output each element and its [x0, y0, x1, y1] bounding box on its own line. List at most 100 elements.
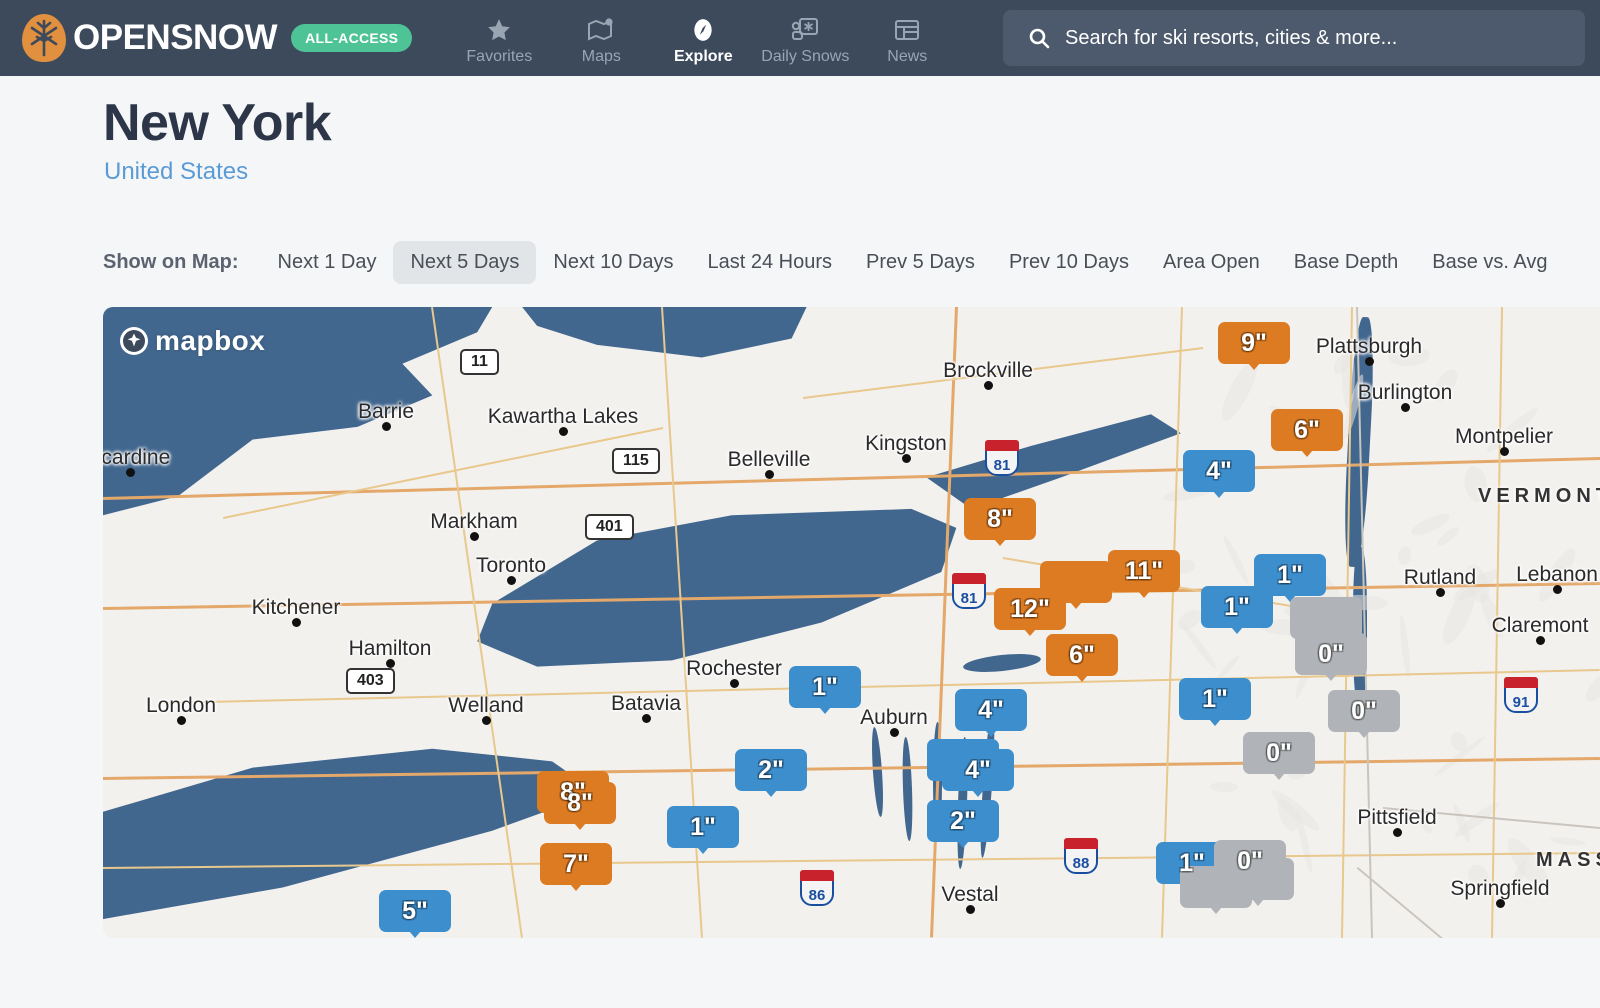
snow-total-marker[interactable]: 12" [994, 588, 1066, 630]
city-label: Pittsfield [1357, 806, 1436, 830]
tab-next-10-days[interactable]: Next 10 Days [536, 241, 690, 284]
snow-total-marker[interactable]: 4" [955, 689, 1027, 731]
snow-total-value: 0" [1237, 847, 1263, 876]
snow-total-marker[interactable]: 6" [1046, 634, 1118, 676]
city-dot [1553, 585, 1562, 594]
search-icon [1027, 26, 1051, 50]
city-label: Batavia [611, 692, 681, 716]
tab-next-5-days[interactable]: Next 5 Days [393, 241, 536, 284]
terrain-shade [1435, 525, 1461, 548]
snow-total-value: 2" [950, 807, 976, 836]
water-finger-lake [901, 737, 914, 841]
nav-label: Daily Snows [761, 48, 849, 66]
tab-base-depth[interactable]: Base Depth [1277, 241, 1416, 284]
city-label: Vestal [941, 883, 998, 907]
brand-logo[interactable]: OPENSNOW ALL-ACCESS [22, 14, 412, 62]
nav-label: Maps [582, 48, 621, 66]
snow-total-marker[interactable]: 1" [789, 666, 861, 708]
snow-total-value: 1" [1202, 685, 1228, 714]
snow-total-value: 8" [567, 789, 593, 818]
snow-total-marker[interactable]: 9" [1218, 322, 1290, 364]
snow-total-marker[interactable]: 5" [379, 890, 451, 932]
snow-total-marker[interactable]: 8" [964, 498, 1036, 540]
city-label: Hamilton [349, 637, 432, 661]
snow-total-marker[interactable]: 7" [540, 843, 612, 885]
primary-nav: Favorites Maps Explore [448, 10, 958, 66]
nav-item-daily-snows[interactable]: Daily Snows [754, 10, 856, 66]
global-search[interactable] [1003, 10, 1585, 66]
snow-total-marker[interactable]: 2" [927, 800, 999, 842]
snow-total-marker[interactable]: 8" [544, 782, 616, 824]
snow-total-marker[interactable]: 0" [1243, 732, 1315, 774]
highway-shield-us: 88 [1064, 838, 1098, 874]
snow-total-value: 8" [987, 505, 1013, 534]
snow-total-marker[interactable]: 1" [1201, 586, 1273, 628]
city-dot [1536, 636, 1545, 645]
nav-label: News [887, 48, 927, 66]
shield-number: 88 [1064, 855, 1098, 872]
snow-total-value: 4" [965, 756, 991, 785]
city-dot [126, 468, 135, 477]
snow-total-value: 4" [978, 696, 1004, 725]
mapbox-attribution[interactable]: mapbox [119, 325, 265, 357]
snow-total-value: 1" [812, 673, 838, 702]
page-subtitle-country[interactable]: United States [104, 158, 248, 186]
city-label: Rutland [1404, 566, 1476, 590]
tab-area-open[interactable]: Area Open [1146, 241, 1277, 284]
city-label: Lebanon [1516, 563, 1598, 587]
city-label: Markham [430, 510, 518, 534]
news-icon [894, 16, 920, 44]
search-input[interactable] [1065, 27, 1565, 50]
snow-total-value: 0" [1351, 697, 1377, 726]
snow-total-marker[interactable]: 2" [735, 749, 807, 791]
city-label: Kitchener [252, 596, 341, 620]
city-label: Brockville [943, 359, 1033, 383]
city-label: Welland [448, 694, 524, 718]
shield-number: 81 [985, 457, 1019, 474]
snow-total-marker[interactable]: 1" [1179, 678, 1251, 720]
snow-total-marker[interactable]: 4" [942, 749, 1014, 791]
snow-total-marker[interactable]: 11" [1108, 550, 1180, 592]
show-on-map-label: Show on Map: [103, 251, 239, 274]
nav-item-favorites[interactable]: Favorites [448, 10, 550, 66]
all-access-badge: ALL-ACCESS [291, 24, 412, 52]
snow-total-marker[interactable]: 0" [1328, 690, 1400, 732]
tab-next-1-day[interactable]: Next 1 Day [261, 241, 394, 284]
water-oneida-lake [962, 651, 1041, 675]
city-dot [386, 659, 395, 668]
snow-total-value: 0" [1266, 739, 1292, 768]
city-label: Barrie [358, 400, 414, 424]
snow-total-value: 5" [402, 897, 428, 926]
snow-total-marker[interactable]: 6" [1271, 409, 1343, 451]
terrain-shade [1396, 545, 1412, 566]
snow-total-marker[interactable]: 0" [1295, 633, 1367, 675]
shield-number: 86 [800, 887, 834, 904]
city-dot [559, 427, 568, 436]
city-dot [1401, 403, 1410, 412]
snow-total-marker[interactable]: 1" [667, 806, 739, 848]
city-dot [765, 470, 774, 479]
snow-forecast-map[interactable]: mapbox BarrieKawartha LakesBellevilleKin… [103, 307, 1600, 938]
city-dot [1365, 357, 1374, 366]
mapbox-logo-icon [119, 326, 149, 356]
nav-item-news[interactable]: News [856, 10, 958, 66]
city-label: Belleville [728, 448, 811, 472]
highway-shield-us: 81 [952, 573, 986, 609]
city-dot [984, 381, 993, 390]
tab-prev-5-days[interactable]: Prev 5 Days [849, 241, 992, 284]
city-dot [730, 679, 739, 688]
snow-total-value: 4" [1206, 457, 1232, 486]
snow-total-value: 7" [563, 850, 589, 879]
tab-base-vs-avg[interactable]: Base vs. Avg [1415, 241, 1564, 284]
tab-prev-10-days[interactable]: Prev 10 Days [992, 241, 1146, 284]
snow-total-value: 1" [1224, 593, 1250, 622]
city-dot [177, 716, 186, 725]
nav-item-maps[interactable]: Maps [550, 10, 652, 66]
water-finger-lake [870, 727, 885, 817]
snow-total-value: 9" [1241, 329, 1267, 358]
snow-total-marker[interactable]: 4" [1183, 450, 1255, 492]
nav-item-explore[interactable]: Explore [652, 10, 754, 66]
highway-shield-ca: 403 [346, 668, 395, 694]
snow-total-value: 1" [1179, 849, 1205, 878]
tab-last-24-hours[interactable]: Last 24 Hours [690, 241, 849, 284]
